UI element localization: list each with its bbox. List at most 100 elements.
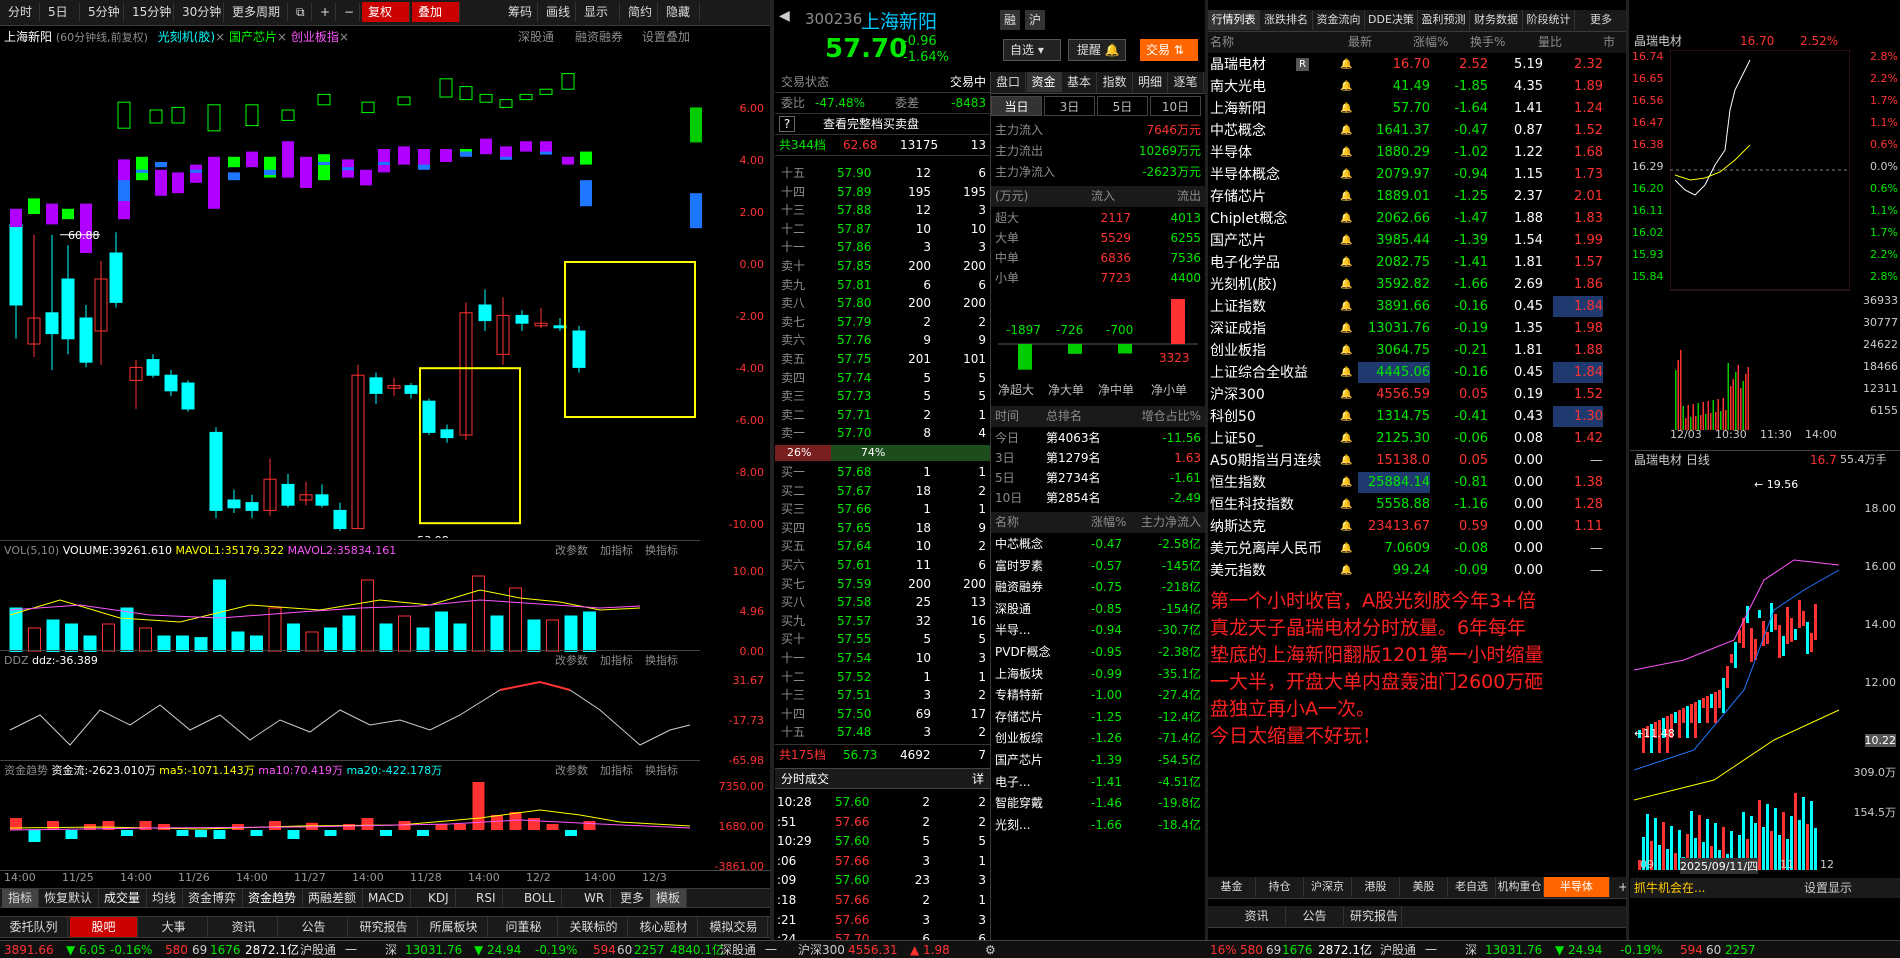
market-row[interactable]: 纳斯达克 🔔 23413.67 0.59 0.00 1.11 <box>1208 516 1626 538</box>
indicator-4[interactable]: 资金博弈 <box>182 889 244 908</box>
toolbar-item-2[interactable]: 5分钟 <box>82 2 124 22</box>
bottom-tab-1[interactable]: 股吧 <box>70 917 138 937</box>
bell-icon[interactable]: 🔔 <box>1340 208 1352 229</box>
market-tab-7[interactable]: 更多 <box>1576 10 1628 30</box>
indicator-9[interactable]: RSI <box>470 889 503 908</box>
market-hdr[interactable]: 名称 <box>1210 32 1234 53</box>
toolbar-item-4[interactable]: 30分钟 <box>176 2 224 22</box>
market-row[interactable]: 半导体概念 🔔 2079.97 -0.94 1.15 1.73 <box>1208 164 1626 186</box>
fund-tab-0[interactable]: 盘口 <box>991 72 1026 92</box>
market-row[interactable]: 沪深300 🔔 4556.59 0.05 0.19 1.52 <box>1208 384 1626 406</box>
ticks-more-button[interactable]: 详 <box>972 769 984 790</box>
market-tab-2[interactable]: 资金流向 <box>1313 10 1365 30</box>
overlay-2[interactable]: 国产芯片 <box>229 30 277 44</box>
market-bottom-tab-4[interactable]: 美股 <box>1400 877 1448 897</box>
sector-row[interactable]: 国产芯片 -1.39 -54.5亿 <box>991 750 1205 771</box>
indicator-11[interactable]: WR <box>578 889 612 908</box>
indicator-6[interactable]: 两融差额 <box>302 889 364 908</box>
link-overlay-settings[interactable]: 设置叠加 <box>642 26 690 48</box>
market-row[interactable]: 中芯概念 🔔 1641.37 -0.47 0.87 1.52 <box>1208 120 1626 142</box>
sector-row[interactable]: 深股通 -0.85 -154亿 <box>991 599 1205 620</box>
bell-icon[interactable]: 🔔 <box>1340 472 1352 493</box>
bell-icon[interactable]: 🔔 <box>1340 384 1352 405</box>
bell-icon[interactable]: 🔔 <box>1340 560 1352 581</box>
sector-row[interactable]: 创业板综 -1.26 -71.4亿 <box>991 728 1205 749</box>
market-row[interactable]: 国产芯片 🔔 3985.44 -1.39 1.54 1.99 <box>1208 230 1626 252</box>
toolbar-item-9[interactable]: 画线 <box>540 2 576 22</box>
bell-icon[interactable]: 🔔 <box>1340 538 1352 559</box>
toolbar-item-7[interactable]: 叠加 <box>412 2 460 22</box>
sector-row[interactable]: 上海板块 -0.99 -35.1亿 <box>991 664 1205 685</box>
bell-icon[interactable]: 🔔 <box>1340 54 1352 75</box>
watchlist-button[interactable]: 自选 ▾ <box>1003 39 1061 61</box>
market-row[interactable]: 恒生科技指数 🔔 5558.88 -1.16 0.00 1.28 <box>1208 494 1626 516</box>
bell-icon[interactable]: 🔔 <box>1340 142 1352 163</box>
market-bottom-tab-1[interactable]: 持仓 <box>1256 877 1304 897</box>
toolbar-item-11[interactable]: 简约 <box>622 2 658 22</box>
bell-icon[interactable]: 🔔 <box>1340 98 1352 119</box>
market-row[interactable]: 光刻机(胶) 🔔 3592.82 -1.66 2.69 1.86 <box>1208 274 1626 296</box>
market-row[interactable]: 恒生指数 🔔 25884.14 -0.81 0.00 1.38 <box>1208 472 1626 494</box>
market-hdr[interactable]: 量比 <box>1538 32 1562 53</box>
fund-param-button[interactable]: 改参数 <box>555 761 588 781</box>
bell-icon[interactable]: 🔔 <box>1340 76 1352 97</box>
toolbar-item-10[interactable]: 显示 <box>578 2 620 22</box>
news-tab-2[interactable]: 研究报告 <box>1344 906 1402 926</box>
market-hdr[interactable]: 涨幅% <box>1413 32 1448 53</box>
bottom-tab-6[interactable]: 所属板块 <box>420 917 488 937</box>
market-row[interactable]: 半导体 🔔 1880.29 -1.02 1.22 1.68 <box>1208 142 1626 164</box>
market-hdr[interactable]: 换手% <box>1470 32 1505 53</box>
market-row[interactable]: 上证50_ 🔔 2125.30 -0.06 0.08 1.42 <box>1208 428 1626 450</box>
zoom-out-icon[interactable]: − <box>338 2 360 22</box>
toolbar-item-3[interactable]: 15分钟 <box>126 2 174 22</box>
vol-swap-button[interactable]: 换指标 <box>645 541 678 561</box>
market-tab-1[interactable]: 涨跌排名 <box>1261 10 1313 30</box>
indicator-3[interactable]: 均线 <box>146 889 184 908</box>
overlay-3[interactable]: 创业板指 <box>291 30 339 44</box>
sector-row[interactable]: 融资融券 -0.75 -218亿 <box>991 577 1205 598</box>
toolbar-item-8[interactable]: 筹码 <box>502 2 538 22</box>
bell-icon[interactable]: 🔔 <box>1340 230 1352 251</box>
sector-row[interactable]: 专精特新 -1.00 -27.4亿 <box>991 685 1205 706</box>
fund-add-button[interactable]: 加指标 <box>600 761 633 781</box>
bottom-tab-0[interactable]: 委托队列 <box>0 917 68 937</box>
fund-tab-5[interactable]: 逐笔 <box>1169 72 1204 92</box>
prev-arrow-icon[interactable]: ◀ <box>779 8 790 24</box>
fund-day-1[interactable]: 3日 <box>1044 96 1095 116</box>
ddz-swap-button[interactable]: 换指标 <box>645 651 678 671</box>
link-sgt[interactable]: 深股通 <box>518 26 554 48</box>
fund-tab-1[interactable]: 资金 <box>1026 72 1062 92</box>
indicator-13[interactable]: 模板 <box>650 889 688 908</box>
fund-swap-button[interactable]: 换指标 <box>645 761 678 781</box>
market-bottom-tab-5[interactable]: 老自选 <box>1448 877 1496 897</box>
market-row[interactable]: Chiplet概念 🔔 2062.66 -1.47 1.88 1.83 <box>1208 208 1626 230</box>
bell-icon[interactable]: 🔔 <box>1340 274 1352 295</box>
market-bottom-tab-3[interactable]: 港股 <box>1352 877 1400 897</box>
indicator-10[interactable]: BOLL <box>518 889 562 908</box>
remind-button[interactable]: 提醒 🔔 <box>1068 39 1126 61</box>
market-row[interactable]: 电子化学品 🔔 2082.75 -1.41 1.81 1.57 <box>1208 252 1626 274</box>
vol-param-button[interactable]: 改参数 <box>555 541 588 561</box>
fund-tab-2[interactable]: 基本 <box>1062 72 1097 92</box>
indicator-0[interactable]: 指标 <box>2 889 40 908</box>
sector-row[interactable]: 富时罗素 -0.57 -145亿 <box>991 556 1205 577</box>
candlestick-chart[interactable]: 60.88 ←53.98 <box>0 48 770 538</box>
bell-icon[interactable]: 🔔 <box>1340 164 1352 185</box>
bell-icon[interactable]: 🔔 <box>1340 450 1352 471</box>
link-rzrq[interactable]: 融资融券 <box>575 26 623 48</box>
trade-button[interactable]: 交易 ⇅ <box>1140 39 1198 61</box>
indicator-12[interactable]: 更多 <box>614 889 652 908</box>
market-hdr[interactable]: 最新 <box>1348 32 1372 53</box>
indicator-5[interactable]: 资金趋势 <box>242 889 304 908</box>
sector-row[interactable]: 中芯概念 -0.47 -2.58亿 <box>991 534 1205 555</box>
market-bottom-tab-0[interactable]: 基金 <box>1208 877 1256 897</box>
bell-icon[interactable]: 🔔 <box>1340 362 1352 383</box>
see-all-book-link[interactable]: 查看完整档买卖盘 <box>823 114 919 135</box>
fund-day-3[interactable]: 10日 <box>1150 96 1201 116</box>
market-row[interactable]: 科创50 🔔 1314.75 -0.41 0.43 1.30 <box>1208 406 1626 428</box>
fund-day-2[interactable]: 5日 <box>1097 96 1148 116</box>
bottom-tab-4[interactable]: 公告 <box>280 917 348 937</box>
market-bottom-tab-6[interactable]: 机构重仓 <box>1496 877 1544 897</box>
market-hdr[interactable]: 市 <box>1603 32 1615 53</box>
news-tab-1[interactable]: 公告 <box>1286 906 1344 926</box>
